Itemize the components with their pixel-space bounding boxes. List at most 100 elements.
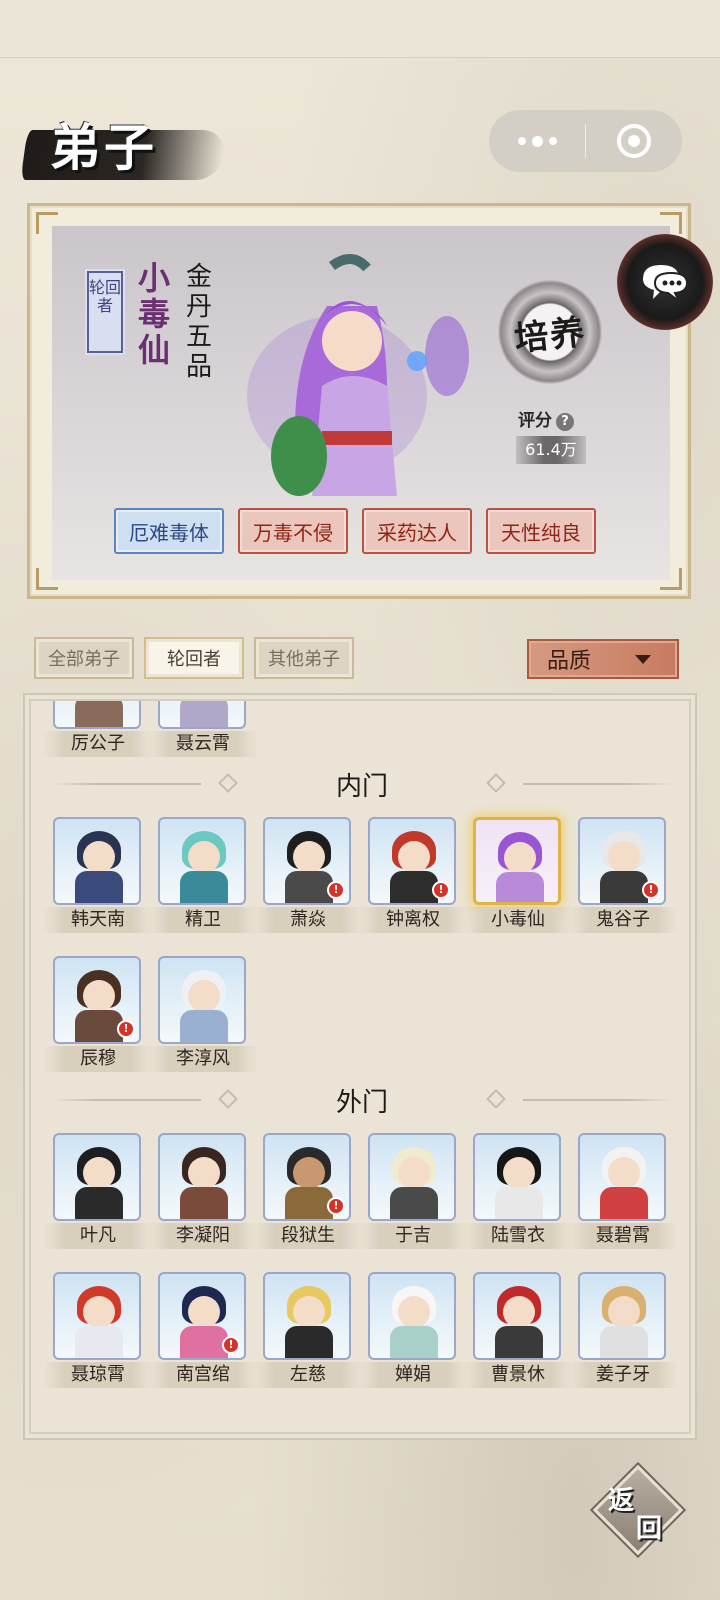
- disciple-portrait: !: [53, 956, 141, 1044]
- disciple-name: 萧焱: [253, 907, 363, 933]
- disciple-portrait: [53, 817, 141, 905]
- disciple-name: 陆雪衣: [463, 1223, 573, 1249]
- disciple-portrait: [158, 817, 246, 905]
- disciple-portrait: [473, 1272, 561, 1360]
- score-value: 61.4万: [516, 436, 586, 464]
- disciple-portrait: [53, 1272, 141, 1360]
- disciple-portrait: [53, 1133, 141, 1221]
- tab-reincarnators[interactable]: 轮回者: [144, 637, 244, 679]
- disciple-name: 钟离权: [358, 907, 468, 933]
- more-dot-icon: [517, 137, 526, 145]
- disciple-portrait: [53, 701, 141, 729]
- disciple-name: 婵娟: [358, 1362, 468, 1388]
- disciple-card[interactable]: ! 段狱生: [253, 1133, 363, 1251]
- disciple-portrait: [158, 701, 246, 729]
- tab-all-disciples[interactable]: 全部弟子: [34, 637, 134, 679]
- disciple-name: 韩天南: [43, 907, 153, 933]
- close-miniprogram-button[interactable]: [586, 110, 682, 172]
- section-header-outer: 外门: [31, 1085, 689, 1118]
- disciple-card[interactable]: ! 南宫绾: [148, 1272, 258, 1390]
- disciple-portrait: [158, 956, 246, 1044]
- hero-rank: 金丹五品: [185, 262, 212, 382]
- disciple-card[interactable]: 于吉: [358, 1133, 468, 1251]
- disciple-portrait: !: [368, 817, 456, 905]
- help-icon[interactable]: ?: [556, 413, 574, 431]
- disciple-name: 聂琼霄: [43, 1362, 153, 1388]
- disciple-card[interactable]: 婵娟: [358, 1272, 468, 1390]
- disciple-portrait: !: [158, 1272, 246, 1360]
- chat-icon: [643, 265, 689, 302]
- disciple-name: 聂云霄: [148, 731, 258, 757]
- disciple-card[interactable]: ! 辰穆: [43, 956, 153, 1074]
- disciple-portrait: [578, 1272, 666, 1360]
- target-icon: [617, 124, 651, 158]
- disciple-name: 辰穆: [43, 1046, 153, 1072]
- disciple-card[interactable]: 姜子牙: [568, 1272, 678, 1390]
- disciple-card[interactable]: 精卫: [148, 817, 258, 935]
- hero-panel: 轮回者 小毒仙 金丹五品 培养 评分? 61.4万 厄难毒体 万毒不侵 采药达人…: [27, 203, 691, 599]
- disciple-portrait: [578, 1133, 666, 1221]
- trait-badge[interactable]: 天性纯良: [486, 508, 596, 554]
- disciple-portrait: [473, 1133, 561, 1221]
- more-dot-icon: [531, 135, 543, 147]
- disciple-portrait: !: [578, 817, 666, 905]
- alert-icon: !: [327, 1197, 345, 1215]
- miniprogram-capsule: [489, 110, 682, 172]
- disciple-card[interactable]: 李淳风: [148, 956, 258, 1074]
- cultivate-button[interactable]: 培养: [494, 276, 606, 388]
- filter-tabs: 全部弟子 轮回者 其他弟子: [34, 637, 354, 679]
- trait-badge[interactable]: 万毒不侵: [238, 508, 348, 554]
- alert-icon: !: [222, 1336, 240, 1354]
- disciple-card[interactable]: 聂琼霄: [43, 1272, 153, 1390]
- disciple-name: 小毒仙: [463, 907, 573, 933]
- disciple-name: 左慈: [253, 1362, 363, 1388]
- alert-icon: !: [117, 1020, 135, 1038]
- hero-display: 轮回者 小毒仙 金丹五品 培养 评分? 61.4万 厄难毒体 万毒不侵 采药达人…: [52, 226, 670, 580]
- page-title-banner: 弟子: [20, 108, 228, 188]
- disciple-card[interactable]: 陆雪衣: [463, 1133, 573, 1251]
- score-label: 评分?: [518, 406, 574, 431]
- disciple-portrait: [158, 1133, 246, 1221]
- disciple-card[interactable]: 厉公子: [43, 701, 153, 759]
- disciple-name: 李凝阳: [148, 1223, 258, 1249]
- disciple-name: 聂碧霄: [568, 1223, 678, 1249]
- back-button[interactable]: 返 回: [590, 1462, 686, 1558]
- quality-sort-dropdown[interactable]: 品质: [527, 639, 679, 679]
- hero-name: 小毒仙: [137, 259, 170, 369]
- disciple-card-selected[interactable]: 小毒仙: [463, 817, 573, 935]
- disciple-card[interactable]: ! 萧焱: [253, 817, 363, 935]
- more-dot-icon: [548, 137, 557, 145]
- trait-badge[interactable]: 厄难毒体: [114, 508, 224, 554]
- dropdown-arrow-icon: [635, 655, 651, 664]
- disciple-portrait: !: [263, 1133, 351, 1221]
- disciple-card[interactable]: 聂碧霄: [568, 1133, 678, 1251]
- disciple-portrait: [368, 1133, 456, 1221]
- disciple-name: 叶凡: [43, 1223, 153, 1249]
- trait-list: 厄难毒体 万毒不侵 采药达人 天性纯良: [114, 508, 596, 554]
- disciple-name: 精卫: [148, 907, 258, 933]
- alert-icon: !: [432, 881, 450, 899]
- chat-button[interactable]: [617, 234, 713, 330]
- disciple-card[interactable]: 叶凡: [43, 1133, 153, 1251]
- disciple-card[interactable]: 左慈: [253, 1272, 363, 1390]
- trait-badge[interactable]: 采药达人: [362, 508, 472, 554]
- role-tag: 轮回者: [85, 269, 125, 355]
- disciple-card[interactable]: 聂云霄: [148, 701, 258, 759]
- alert-icon: !: [327, 881, 345, 899]
- disciple-name: 鬼谷子: [568, 907, 678, 933]
- disciple-list[interactable]: 厉公子 聂云霄 内门 韩天南 精卫 ! 萧焱 ! 钟离权 小毒仙 ! 鬼谷子 !…: [29, 699, 691, 1434]
- tab-other-disciples[interactable]: 其他弟子: [254, 637, 354, 679]
- page-title: 弟子: [50, 118, 158, 177]
- disciple-card[interactable]: 韩天南: [43, 817, 153, 935]
- more-menu-button[interactable]: [489, 110, 585, 172]
- disciple-name: 南宫绾: [148, 1362, 258, 1388]
- disciple-card[interactable]: ! 鬼谷子: [568, 817, 678, 935]
- disciple-name: 于吉: [358, 1223, 468, 1249]
- disciple-card[interactable]: ! 钟离权: [358, 817, 468, 935]
- disciple-card[interactable]: 曹景休: [463, 1272, 573, 1390]
- hero-character-art[interactable]: [227, 246, 477, 536]
- disciple-name: 姜子牙: [568, 1362, 678, 1388]
- disciple-card[interactable]: 李凝阳: [148, 1133, 258, 1251]
- disciple-portrait: [473, 817, 561, 905]
- disciple-name: 段狱生: [253, 1223, 363, 1249]
